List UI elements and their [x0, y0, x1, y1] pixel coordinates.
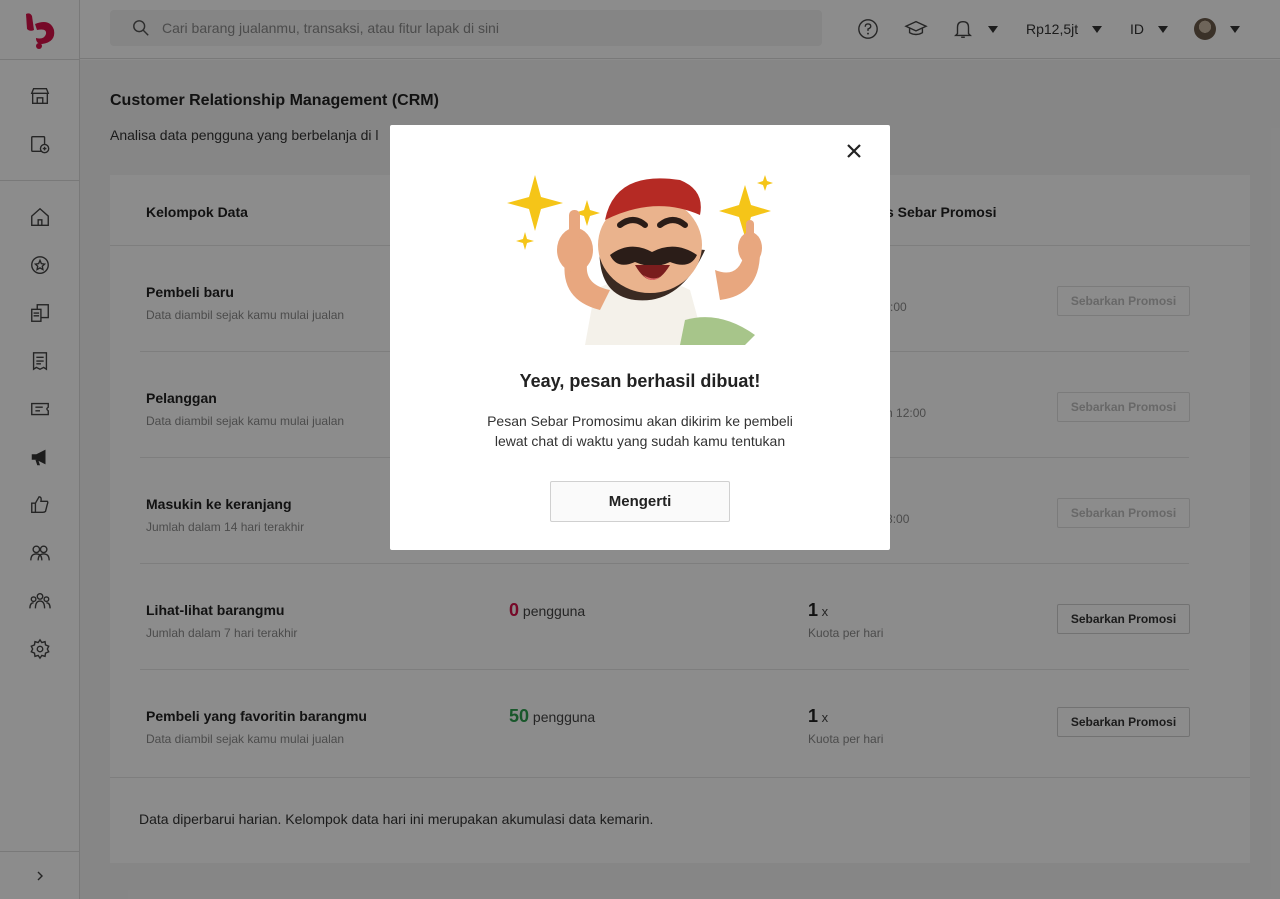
mascot-thumbs-up-illustration [505, 170, 775, 345]
modal-message-line: Pesan Sebar Promosimu akan dikirim ke pe… [487, 413, 793, 429]
success-modal: Yeay, pesan berhasil dibuat! Pesan Sebar… [390, 125, 890, 550]
modal-message-line: lewat chat di waktu yang sudah kamu tent… [494, 433, 786, 449]
close-icon [847, 144, 861, 158]
modal-message: Pesan Sebar Promosimu akan dikirim ke pe… [460, 411, 820, 451]
close-button[interactable] [844, 141, 864, 161]
modal-title: Yeay, pesan berhasil dibuat! [519, 371, 761, 391]
understood-button[interactable]: Mengerti [550, 481, 730, 522]
